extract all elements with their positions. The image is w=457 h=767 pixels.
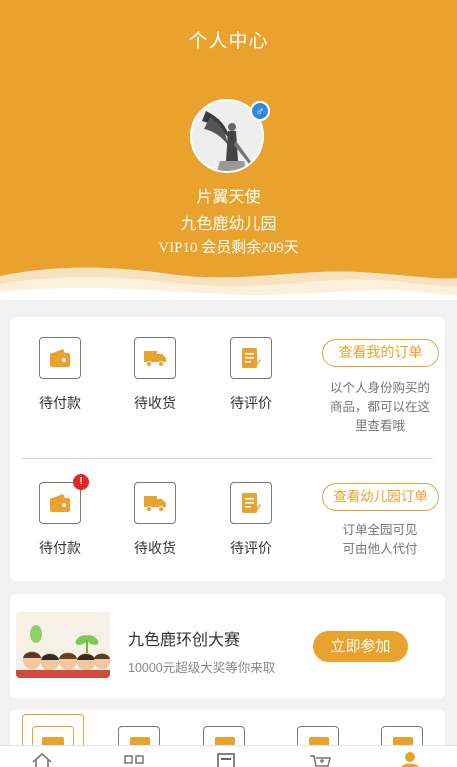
hint-line: 以个人身份购买的 [329, 381, 430, 395]
promo-subtitle: 10000元超级大奖等你来取 [128, 661, 276, 675]
school-order-pending-payment[interactable]: ! 待付款 [25, 474, 95, 558]
view-school-orders-button[interactable]: 查看幼儿园订单 [322, 483, 439, 511]
bottom-tab-bar [0, 745, 457, 767]
review-icon [230, 337, 272, 379]
truck-icon [134, 337, 176, 379]
divider [22, 458, 433, 459]
my-order-pending-receipt[interactable]: 待收货 [120, 337, 190, 413]
order-status-label: 待付款 [39, 540, 81, 556]
profile-header: 个人中心 ♂ 片翼天使 九色鹿幼儿园 VIP10 会员剩余209天 [0, 0, 457, 300]
promo-card[interactable]: 九色鹿环创大赛 10000元超级大奖等你来取 立即参加 [10, 594, 445, 698]
notification-badge: ! [73, 474, 89, 490]
hint-line: 可由他人代付 [342, 542, 418, 556]
hint-line: 商品，都可以在这 [329, 400, 430, 414]
gender-male-icon: ♂ [250, 101, 270, 121]
cart-icon[interactable] [308, 750, 332, 767]
school-order-pending-review[interactable]: 待评价 [216, 482, 286, 558]
wallet-icon [39, 337, 81, 379]
home-icon[interactable] [30, 750, 54, 767]
school-orders-hint: 订单全园可见 可由他人代付 [316, 521, 444, 559]
review-icon [230, 482, 272, 524]
promo-title: 九色鹿环创大赛 [128, 632, 241, 649]
join-now-button[interactable]: 立即参加 [313, 631, 408, 662]
username: 片翼天使 [196, 189, 261, 206]
profile-icon[interactable] [398, 750, 422, 767]
school-name: 九色鹿幼儿园 [180, 216, 277, 233]
order-status-label: 待付款 [39, 395, 81, 411]
my-order-pending-payment[interactable]: 待付款 [25, 337, 95, 413]
category-icon[interactable] [122, 750, 146, 767]
order-status-label: 待评价 [230, 540, 272, 556]
orders-card: 待付款 待收货 待评价 查看我的订单 以个人身份购买的 商品，都可以在这 里查看… [10, 317, 445, 581]
vip-status: VIP10 会员剩余209天 [158, 240, 299, 256]
wallet-icon: ! [39, 474, 89, 524]
order-status-label: 待收货 [134, 395, 176, 411]
order-status-label: 待收货 [134, 540, 176, 556]
article-icon[interactable] [214, 750, 238, 767]
truck-icon [134, 482, 176, 524]
page-title: 个人中心 [188, 31, 269, 52]
school-order-pending-receipt[interactable]: 待收货 [120, 482, 190, 558]
hint-line: 里查看哦 [354, 419, 405, 433]
hint-line: 订单全园可见 [342, 523, 418, 537]
view-my-orders-button[interactable]: 查看我的订单 [322, 339, 439, 367]
my-order-pending-review[interactable]: 待评价 [216, 337, 286, 413]
promo-image [16, 612, 110, 678]
header-wave [0, 267, 457, 300]
order-status-label: 待评价 [230, 395, 272, 411]
my-orders-hint: 以个人身份购买的 商品，都可以在这 里查看哦 [316, 379, 444, 436]
